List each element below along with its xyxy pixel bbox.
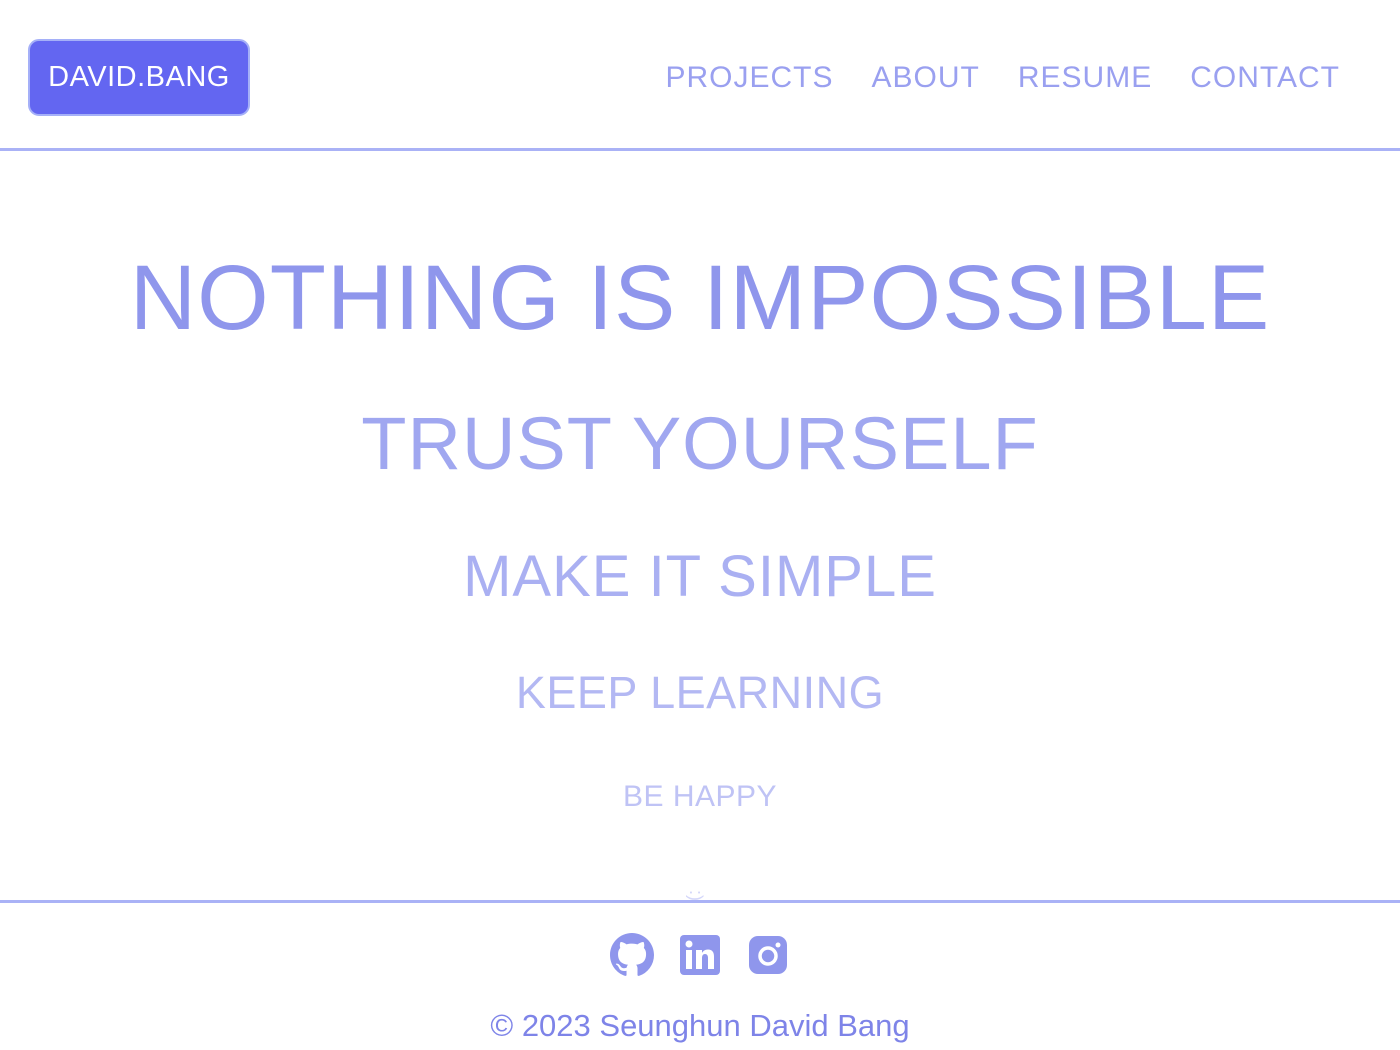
site-header: DAVID.BANG PROJECTS ABOUT RESUME CONTACT — [0, 0, 1400, 151]
motto-line-3: MAKE IT SIMPLE — [463, 544, 937, 609]
social-links — [0, 933, 1400, 977]
nav-link-contact[interactable]: CONTACT — [1190, 58, 1340, 98]
github-icon[interactable] — [610, 933, 654, 977]
hero-section: NOTHING IS IMPOSSIBLE TRUST YOURSELF MAK… — [0, 151, 1400, 901]
linkedin-icon[interactable] — [678, 933, 722, 977]
nav-link-resume[interactable]: RESUME — [1018, 58, 1152, 98]
copyright-text: © 2023 Seunghun David Bang — [490, 1008, 910, 1043]
page: DAVID.BANG PROJECTS ABOUT RESUME CONTACT… — [0, 0, 1400, 1050]
instagram-icon[interactable] — [746, 933, 790, 977]
nav-link-about[interactable]: ABOUT — [872, 58, 980, 98]
site-footer: © 2023 Seunghun David Bang — [0, 900, 1400, 1050]
logo-button[interactable]: DAVID.BANG — [28, 39, 250, 116]
motto-line-5: BE HAPPY — [622, 780, 778, 813]
motto-line-1: NOTHING IS IMPOSSIBLE — [129, 247, 1271, 349]
motto-line-4: KEEP LEARNING — [515, 667, 885, 718]
nav-link-projects[interactable]: PROJECTS — [665, 58, 833, 98]
main-nav: PROJECTS ABOUT RESUME CONTACT — [665, 58, 1340, 98]
motto-line-2: TRUST YOURSELF — [361, 402, 1039, 485]
